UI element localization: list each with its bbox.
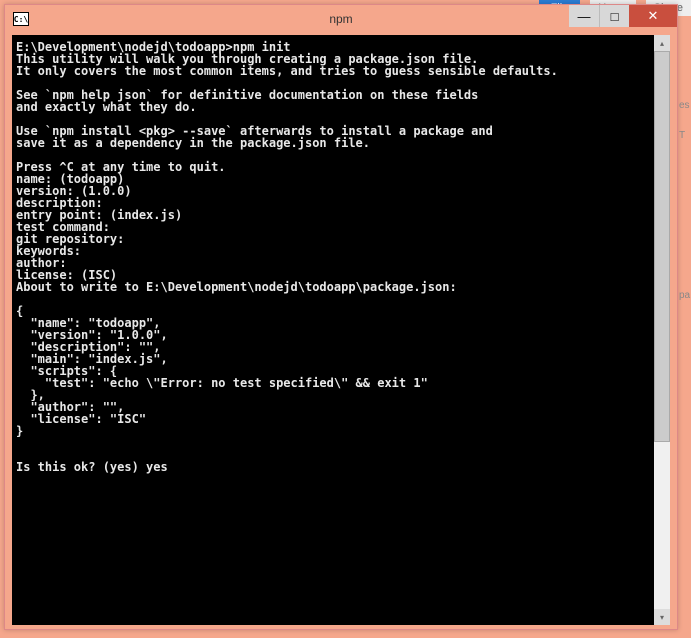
scroll-thumb[interactable]: [654, 51, 670, 442]
scroll-down-button[interactable]: ▾: [654, 609, 670, 625]
cmd-icon: C:\: [13, 12, 29, 26]
terminal-window: C:\ npm — □ ✕ E:\Development\nodejd\todo…: [4, 4, 678, 630]
scroll-track[interactable]: [654, 51, 670, 609]
titlebar[interactable]: C:\ npm — □ ✕: [5, 5, 677, 33]
window-controls: — □ ✕: [569, 5, 677, 27]
terminal-container: E:\Development\nodejd\todoapp>npm init T…: [12, 35, 670, 625]
vertical-scrollbar[interactable]: ▴ ▾: [654, 35, 670, 625]
bg-text-fragment-2: T: [679, 130, 691, 141]
terminal-output[interactable]: E:\Development\nodejd\todoapp>npm init T…: [12, 35, 654, 625]
bg-text-fragment-1: es: [679, 100, 691, 111]
bg-text-fragment-3: pa: [679, 290, 691, 301]
maximize-button[interactable]: □: [599, 5, 629, 27]
minimize-button[interactable]: —: [569, 5, 599, 27]
scroll-up-button[interactable]: ▴: [654, 35, 670, 51]
cmd-icon-text: C:\: [14, 15, 28, 24]
close-button[interactable]: ✕: [629, 5, 677, 27]
